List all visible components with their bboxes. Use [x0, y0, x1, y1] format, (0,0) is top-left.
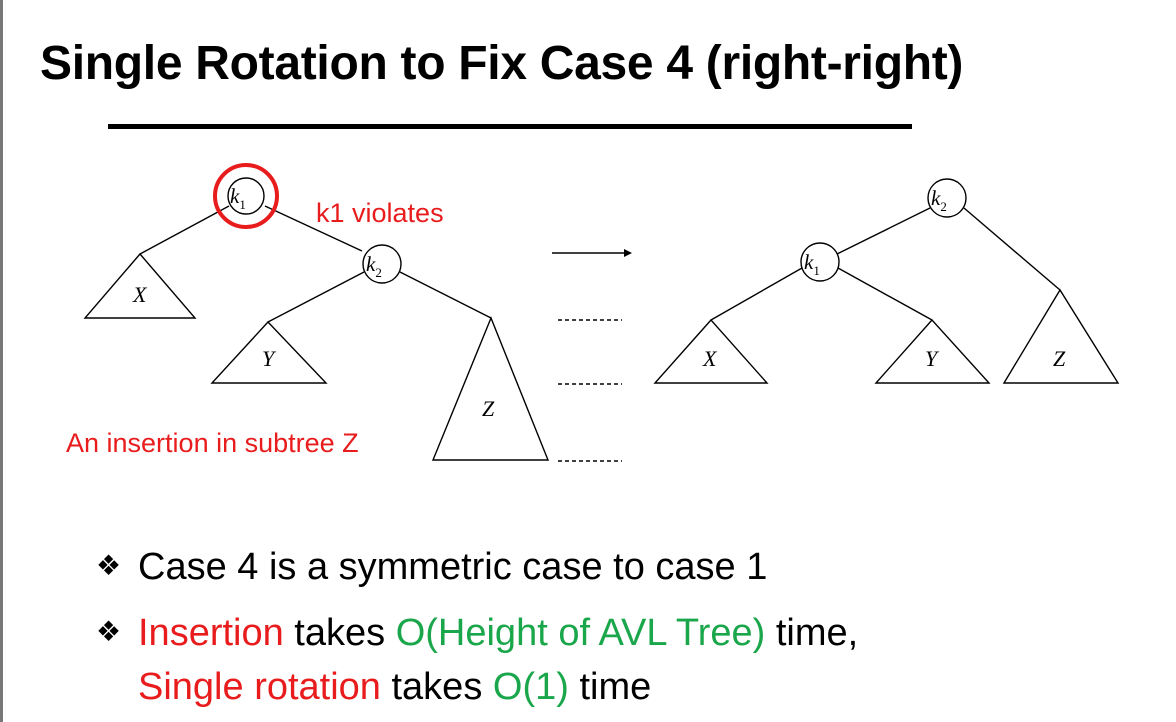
level-guides [558, 319, 622, 462]
bullet-text: takes [283, 612, 396, 654]
after-subtree-x-label: X [702, 346, 718, 371]
insertion-complexity: O(Height of AVL Tree) [395, 612, 766, 654]
after-tree-labels: k2 k1 X Y Z [702, 186, 1066, 371]
subtree-x-label: X [132, 282, 148, 307]
violation-note: k1 violates [316, 198, 444, 228]
bullet-text: time [568, 666, 652, 708]
bullet-symmetric-case: ❖ Case 4 is a symmetric case to case 1 [96, 548, 767, 586]
after-subtree-y-label: Y [925, 346, 940, 371]
bullet-complexity-line2: Single rotation takes O(1) time [138, 668, 651, 706]
edge-k1-x [139, 205, 230, 255]
subtree-z-label: Z [482, 396, 495, 421]
edge-k2-z-after [963, 207, 1061, 291]
bullet-diamond-icon: ❖ [96, 550, 122, 581]
rotation-arrow [552, 249, 632, 257]
bullet-complexity: ❖ Insertion takes O(Height of AVL Tree) t… [96, 614, 858, 652]
subtree-y-label: Y [262, 346, 277, 371]
rotation-term: Single rotation [138, 666, 381, 708]
edge-k2-y [267, 271, 365, 323]
bullet-diamond-icon: ❖ [96, 616, 122, 647]
bullet-text: takes [380, 666, 493, 708]
after-subtree-z-label: Z [1053, 346, 1066, 371]
insertion-term: Insertion [138, 612, 284, 654]
edge-k1-y-after [837, 267, 933, 321]
after-tree [653, 178, 1120, 384]
rotation-complexity: O(1) [492, 666, 569, 708]
insertion-note: An insertion in subtree Z [66, 428, 359, 458]
bullet-text: time, [765, 612, 859, 654]
bullet-text: Case 4 is a symmetric case to case 1 [138, 546, 768, 588]
edge-k1-x-after [710, 267, 803, 321]
edge-k2-k1 [836, 207, 931, 255]
edge-k2-z [399, 271, 492, 319]
subtree-z-triangle [431, 316, 550, 461]
